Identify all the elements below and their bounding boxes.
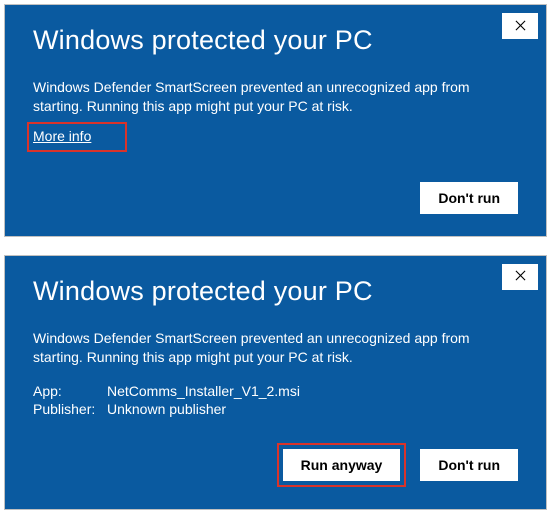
close-button[interactable] [502, 13, 538, 39]
button-row: Run anyway Don't run [33, 443, 518, 487]
publisher-row: Publisher: Unknown publisher [33, 401, 518, 417]
dialog-title: Windows protected your PC [33, 25, 518, 56]
app-info: App: NetComms_Installer_V1_2.msi Publish… [33, 383, 518, 417]
highlight-run-anyway: Run anyway [277, 443, 407, 487]
publisher-value: Unknown publisher [107, 401, 226, 417]
dialog-title: Windows protected your PC [33, 276, 518, 307]
dialog-body: Windows Defender SmartScreen prevented a… [33, 78, 518, 116]
run-anyway-button[interactable]: Run anyway [283, 449, 401, 481]
smartscreen-dialog-1: Windows protected your PC Windows Defend… [4, 4, 547, 237]
app-label: App: [33, 383, 107, 399]
button-row: Don't run [33, 182, 518, 214]
dont-run-button[interactable]: Don't run [420, 182, 518, 214]
smartscreen-dialog-2: Windows protected your PC Windows Defend… [4, 255, 547, 510]
highlight-more-info: More info [27, 122, 127, 152]
dialog-body: Windows Defender SmartScreen prevented a… [33, 329, 518, 367]
close-icon [515, 268, 526, 285]
publisher-label: Publisher: [33, 401, 107, 417]
more-info-link[interactable]: More info [33, 128, 91, 144]
app-row: App: NetComms_Installer_V1_2.msi [33, 383, 518, 399]
app-value: NetComms_Installer_V1_2.msi [107, 383, 300, 399]
close-icon [515, 18, 526, 35]
close-button[interactable] [502, 264, 538, 290]
dont-run-button[interactable]: Don't run [420, 449, 518, 481]
